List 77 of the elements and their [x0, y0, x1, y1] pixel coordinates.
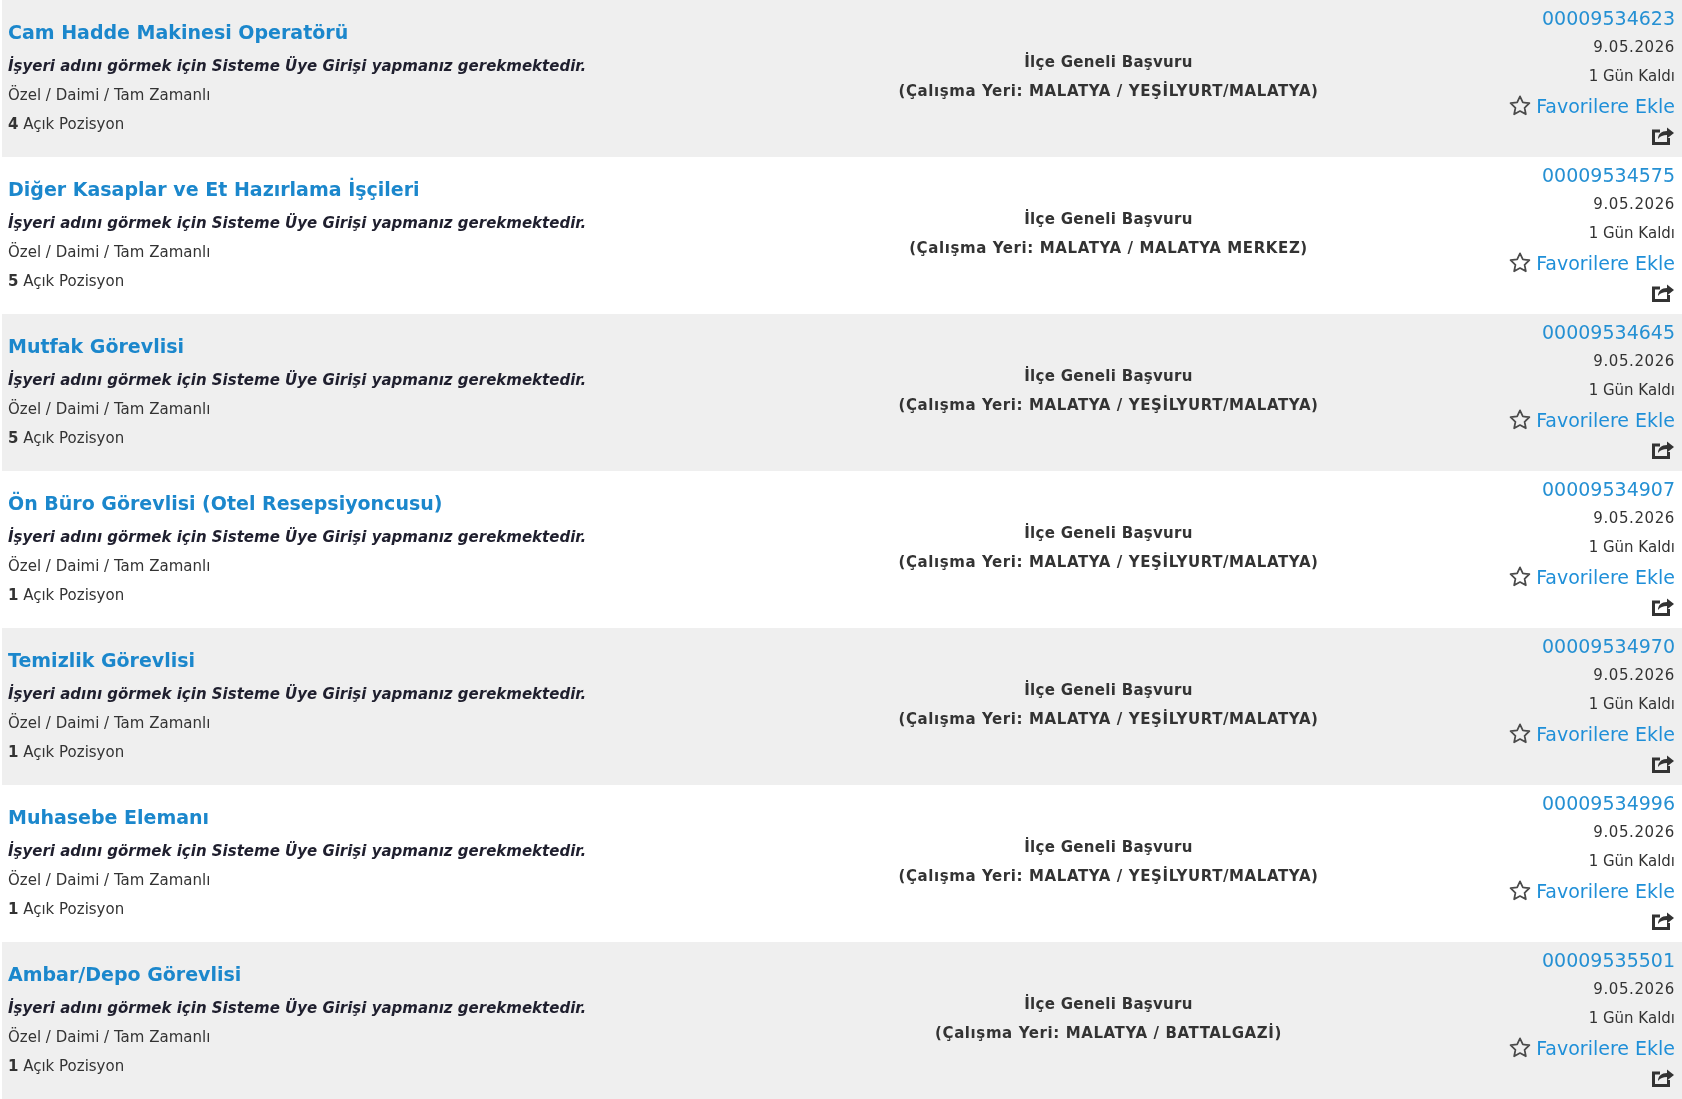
- application-scope: İlçe Geneli Başvuru: [1024, 836, 1193, 858]
- application-scope: İlçe Geneli Başvuru: [1024, 365, 1193, 387]
- application-scope: İlçe Geneli Başvuru: [1024, 993, 1193, 1015]
- add-to-favorites-link[interactable]: Favorilere Ekle: [1536, 93, 1675, 118]
- days-remaining: 1 Gün Kaldı: [1588, 694, 1675, 715]
- add-to-favorites-link[interactable]: Favorilere Ekle: [1536, 1035, 1675, 1060]
- open-positions: 1 Açık Pozisyon: [8, 1056, 125, 1077]
- listing-number-link[interactable]: 00009534575: [1542, 161, 1675, 190]
- listing-date: 9.05.2026: [1593, 351, 1675, 372]
- application-scope: İlçe Geneli Başvuru: [1024, 522, 1193, 544]
- employer-notice: İşyeri adını görmek için Sisteme Üye Girişi yapmanız gerekmektedir.: [8, 212, 587, 234]
- add-to-favorites-link[interactable]: Favorilere Ekle: [1536, 407, 1675, 432]
- open-positions: 4 Açık Pozisyon: [8, 114, 125, 135]
- listing-date: 9.05.2026: [1593, 37, 1675, 58]
- job-title-link[interactable]: Diğer Kasaplar ve Et Hazırlama İşçileri: [8, 174, 420, 204]
- employer-notice: İşyeri adını görmek için Sisteme Üye Girişi yapmanız gerekmektedir.: [8, 840, 587, 862]
- add-to-favorites-link[interactable]: Favorilere Ekle: [1536, 721, 1675, 746]
- listing-number-link[interactable]: 00009534907: [1542, 475, 1675, 504]
- listing-number-link[interactable]: 00009534970: [1542, 632, 1675, 661]
- days-remaining: 1 Gün Kaldı: [1588, 223, 1675, 244]
- open-positions: 1 Açık Pozisyon: [8, 585, 125, 606]
- workplace-location: (Çalışma Yeri: MALATYA / YEŞİLYURT/MALATYA): [898, 80, 1319, 102]
- job-title-link[interactable]: Muhasebe Elemanı: [8, 802, 210, 832]
- open-positions: 5 Açık Pozisyon: [8, 428, 125, 449]
- days-remaining: 1 Gün Kaldı: [1588, 1008, 1675, 1029]
- job-title-link[interactable]: Cam Hadde Makinesi Operatörü: [8, 17, 349, 47]
- open-positions: 1 Açık Pozisyon: [8, 899, 125, 920]
- employment-type: Özel / Daimi / Tam Zamanlı: [8, 555, 211, 577]
- listing-date: 9.05.2026: [1593, 822, 1675, 843]
- star-icon: [1509, 880, 1532, 901]
- application-scope: İlçe Geneli Başvuru: [1024, 51, 1193, 73]
- employer-notice: İşyeri adını görmek için Sisteme Üye Girişi yapmanız gerekmektedir.: [8, 683, 587, 705]
- days-remaining: 1 Gün Kaldı: [1588, 66, 1675, 87]
- employment-type: Özel / Daimi / Tam Zamanlı: [8, 398, 211, 420]
- workplace-location: (Çalışma Yeri: MALATYA / MALATYA MERKEZ): [909, 238, 1308, 259]
- employment-type: Özel / Daimi / Tam Zamanlı: [8, 712, 211, 734]
- workplace-location: (Çalışma Yeri: MALATYA / YEŞİLYURT/MALATYA): [898, 394, 1319, 416]
- employment-type: Özel / Daimi / Tam Zamanlı: [8, 241, 211, 263]
- listing-date: 9.05.2026: [1593, 194, 1675, 215]
- job-title-link[interactable]: Mutfak Görevlisi: [8, 331, 184, 361]
- add-to-favorites-link[interactable]: Favorilere Ekle: [1536, 564, 1675, 589]
- listing-number-link[interactable]: 00009534645: [1542, 318, 1675, 347]
- employment-type: Özel / Daimi / Tam Zamanlı: [8, 84, 211, 106]
- application-scope: İlçe Geneli Başvuru: [1024, 208, 1193, 230]
- star-icon: [1509, 723, 1532, 744]
- listing-number-link[interactable]: 00009535501: [1542, 946, 1675, 975]
- listing-number-link[interactable]: 00009534996: [1542, 789, 1675, 818]
- days-remaining: 1 Gün Kaldı: [1588, 380, 1675, 401]
- employer-notice: İşyeri adını görmek için Sisteme Üye Girişi yapmanız gerekmektedir.: [8, 369, 587, 391]
- listing-date: 9.05.2026: [1593, 665, 1675, 686]
- employer-notice: İşyeri adını görmek için Sisteme Üye Girişi yapmanız gerekmektedir.: [8, 997, 587, 1019]
- add-to-favorites-link[interactable]: Favorilere Ekle: [1536, 250, 1675, 275]
- employment-type: Özel / Daimi / Tam Zamanlı: [8, 869, 211, 891]
- job-title-link[interactable]: Ön Büro Görevlisi (Otel Resepsiyoncusu): [8, 488, 443, 518]
- listing-date: 9.05.2026: [1593, 979, 1675, 1000]
- workplace-location: (Çalışma Yeri: MALATYA / YEŞİLYURT/MALATYA): [898, 708, 1319, 730]
- star-icon: [1509, 252, 1532, 273]
- listing-number-link[interactable]: 00009534623: [1542, 4, 1675, 33]
- application-scope: İlçe Geneli Başvuru: [1024, 679, 1193, 701]
- add-to-favorites-link[interactable]: Favorilere Ekle: [1536, 878, 1675, 903]
- days-remaining: 1 Gün Kaldı: [1588, 537, 1675, 558]
- job-title-link[interactable]: Temizlik Görevlisi: [8, 645, 196, 675]
- workplace-location: (Çalışma Yeri: MALATYA / BATTALGAZİ): [935, 1022, 1282, 1044]
- employment-type: Özel / Daimi / Tam Zamanlı: [8, 1026, 211, 1048]
- open-positions: 1 Açık Pozisyon: [8, 742, 125, 763]
- employer-notice: İşyeri adını görmek için Sisteme Üye Girişi yapmanız gerekmektedir.: [8, 526, 587, 548]
- star-icon: [1509, 1037, 1532, 1058]
- listing-date: 9.05.2026: [1593, 508, 1675, 529]
- open-positions: 5 Açık Pozisyon: [8, 271, 125, 292]
- workplace-location: (Çalışma Yeri: MALATYA / YEŞİLYURT/MALATYA): [898, 551, 1319, 573]
- star-icon: [1509, 566, 1532, 587]
- star-icon: [1509, 95, 1532, 116]
- days-remaining: 1 Gün Kaldı: [1588, 851, 1675, 872]
- star-icon: [1509, 409, 1532, 430]
- employer-notice: İşyeri adını görmek için Sisteme Üye Girişi yapmanız gerekmektedir.: [8, 55, 587, 77]
- workplace-location: (Çalışma Yeri: MALATYA / YEŞİLYURT/MALATYA): [898, 865, 1319, 887]
- job-title-link[interactable]: Ambar/Depo Görevlisi: [8, 959, 242, 989]
